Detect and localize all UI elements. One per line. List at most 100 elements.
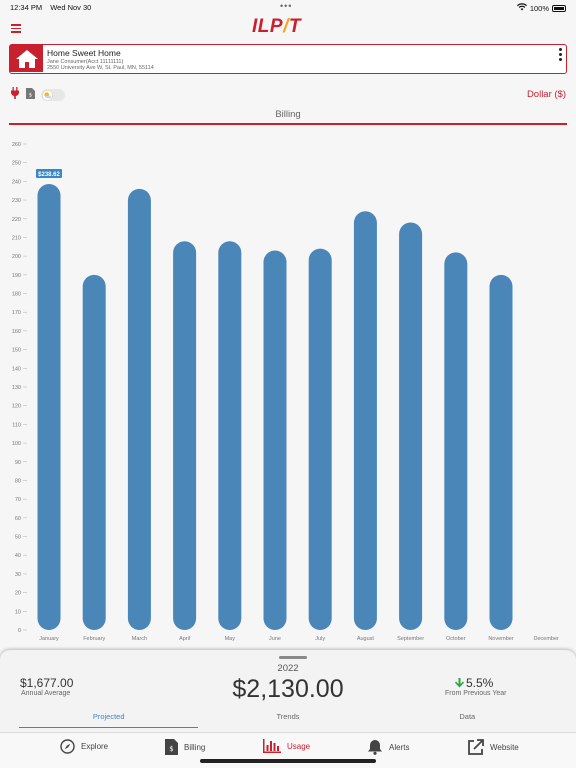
change-label: From Previous Year [445,690,507,697]
bar-january[interactable] [37,183,61,630]
bell-icon [368,740,382,755]
y-tick-label: 260 [12,142,21,148]
tab-projected[interactable]: Projected [19,710,199,730]
bar-june[interactable] [263,250,287,630]
drag-handle[interactable] [279,656,307,659]
y-tick-label: 90 [15,460,21,466]
logo-left: ILP [252,16,284,37]
y-tick-label: 180 [12,292,21,298]
x-tick-label: May [225,636,236,642]
summary-tabs: Projected Trends Data [19,710,557,730]
y-tick-label: 130 [12,385,21,391]
weather-sun-icon [42,89,53,101]
status-bar: 12:34 PM Wed Nov 30 ••• 100% [0,0,576,14]
external-link-icon [468,739,484,755]
bar-february[interactable] [82,274,106,630]
y-tick-label: 150 [12,348,21,354]
weather-toggle[interactable] [41,89,65,101]
y-tick-label: 220 [12,217,21,223]
tab-trends[interactable]: Trends [198,710,377,730]
svg-text:$: $ [29,93,32,99]
nav-billing-label: Billing [184,742,206,752]
bar-october[interactable] [444,252,468,630]
change-value: 5.5% [455,676,493,690]
x-tick-label: June [269,636,281,642]
battery-icon [552,4,566,12]
electric-plug-icon[interactable] [10,86,20,104]
bill-icon: $ [165,739,178,755]
x-tick-label: July [315,636,325,642]
y-tick-label: 190 [12,273,21,279]
x-tick-label: April [179,636,190,642]
nav-usage[interactable]: Usage [263,739,310,753]
y-tick-label: 120 [12,404,21,410]
bar-september[interactable] [399,222,423,630]
y-tick-label: 100 [12,441,21,447]
y-tick-label: 160 [12,329,21,335]
annual-average-value: $1,677.00 [20,676,74,690]
battery-percent: 100% [529,3,549,13]
compass-icon [60,739,75,754]
x-tick-label: September [397,636,424,642]
y-tick-label: 170 [12,310,21,316]
ilpt-logo: ILP/T [252,16,301,38]
y-tick-label: 50 [15,535,21,541]
change-percent: 5.5% [466,676,494,690]
y-tick-label: 240 [12,179,21,185]
y-tick-label: 0 [18,628,21,634]
summary-year: 2022 [277,663,299,674]
billing-chart: 0 10 20 30 40 50 60 70 80 90 100 110 120 130 140 150 160… [12,142,560,642]
bar-may[interactable] [218,241,242,630]
nav-explore[interactable]: Explore [60,739,108,754]
y-tick-label: 70 [15,497,21,503]
account-name: Home Sweet Home [47,48,121,58]
x-tick-label: January [39,636,59,642]
bar-november[interactable] [489,274,513,630]
annual-average-label: Annual Average [21,690,71,697]
menu-icon[interactable] [11,24,21,33]
section-title: Billing [275,109,301,120]
arrow-down-icon [455,678,464,688]
more-options-icon[interactable] [559,48,562,63]
logo-right: T [288,16,301,37]
home-icon [10,45,43,72]
nav-usage-label: Usage [287,741,311,751]
y-tick-label: 30 [15,572,21,578]
y-tick-label: 10 [15,609,21,615]
bill-document-icon[interactable]: $ [26,86,35,104]
nav-alerts[interactable]: Alerts [367,739,409,755]
nav-website[interactable]: Website [467,739,519,756]
tab-data[interactable]: Data [378,710,557,730]
account-card[interactable]: Home Sweet Home Jane Consumer(Acct 11111… [9,44,567,74]
bar-chart-icon [263,739,281,753]
bar-july[interactable] [308,248,332,630]
bar-march[interactable] [127,188,151,630]
y-tick-label: 250 [12,161,21,167]
x-tick-label: March [132,636,147,642]
y-tick-label: 80 [15,478,21,484]
x-tick-label: October [446,636,466,642]
x-tick-label: February [83,636,105,642]
y-tick-label: 200 [12,254,21,260]
svg-text:$: $ [169,745,173,753]
bar-august[interactable] [353,211,377,630]
multitask-dots-icon[interactable]: ••• [280,1,292,11]
y-tick-label: 230 [12,198,21,204]
x-tick-label: December [534,636,560,642]
nav-alerts-label: Alerts [389,742,410,752]
nav-explore-label: Explore [81,742,109,751]
home-indicator [200,759,376,763]
account-address: 2550 University Ave W, St. Paul, MN, 551… [47,65,154,71]
status-left: 12:34 PM Wed Nov 30 [10,3,97,12]
value-tooltip-label: $238.62 [38,172,60,178]
section-divider [9,123,567,125]
y-tick-label: 210 [12,235,21,241]
utility-selector: $ [10,86,65,104]
status-time: 12:34 PM [10,3,43,12]
x-tick-label: November [488,636,514,642]
nav-billing[interactable]: $ Billing [165,739,205,755]
y-tick-label: 60 [15,516,21,522]
unit-selector[interactable]: Dollar ($) [527,89,566,100]
bar-april[interactable] [173,241,197,630]
y-tick-label: 40 [15,553,21,559]
